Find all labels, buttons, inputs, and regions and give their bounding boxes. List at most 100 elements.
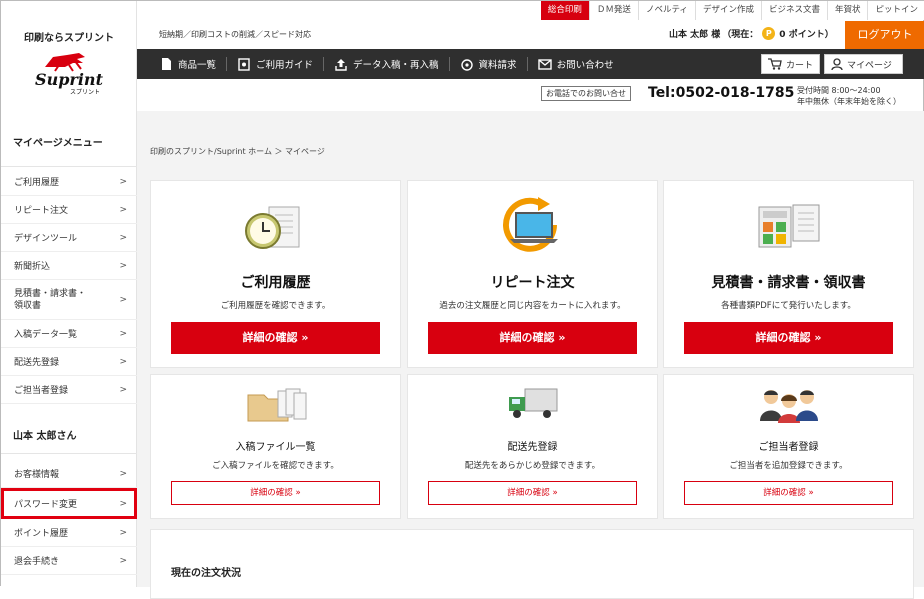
card-description: 配送先をあらかじめ登録できます。 bbox=[464, 461, 601, 471]
repeat-laptop-icon bbox=[502, 197, 558, 252]
sidebar-item-label: ご利用履歴 bbox=[14, 178, 60, 188]
suprint-logo[interactable]: Suprint スプリント bbox=[23, 49, 115, 97]
mypage-label: マイページ bbox=[847, 60, 892, 71]
calculator-document-icon bbox=[758, 204, 819, 248]
card-repeat-order: リピート注文 過去の注文履歴と同じ内容をカートに入れます。 詳細の確認 » bbox=[407, 180, 658, 368]
sidebar-item-label: 入稿データ一覧 bbox=[14, 330, 78, 340]
sidebar-item-label: 配送先登録 bbox=[14, 358, 60, 368]
cart-icon bbox=[768, 58, 782, 70]
nav-upload[interactable]: データ入稿・再入稿 bbox=[324, 57, 450, 71]
chevron-right-icon: > bbox=[119, 176, 127, 187]
business-hours: 受付時間 8:00～24:00 年中無休（年末年始を除く） bbox=[797, 85, 901, 107]
sidebar-item-uploaded-data[interactable]: 入稿データ一覧 > bbox=[1, 320, 137, 348]
card-uploaded-files: 入稿ファイル一覧 ご入稿ファイルを確認できます。 詳細の確認 » bbox=[150, 374, 401, 519]
chevron-right-icon: > bbox=[119, 468, 127, 479]
user-name: 山本 太郎 様 bbox=[669, 30, 721, 40]
catalog-icon bbox=[460, 59, 473, 71]
status-prefix: （現在： bbox=[722, 30, 759, 40]
nav-label: データ入稿・再入稿 bbox=[353, 60, 439, 71]
card-contact-person: ご担当者登録 ご担当者を追加登録できます。 詳細の確認 » bbox=[663, 374, 914, 519]
truck-icon bbox=[508, 388, 557, 418]
topnav-business-docs[interactable]: ビジネス文書 bbox=[760, 1, 827, 20]
card-description: ご入稿ファイルを確認できます。 bbox=[212, 461, 339, 471]
topnav-design[interactable]: デザイン作成 bbox=[694, 1, 761, 20]
card-title: ご担当者登録 bbox=[758, 442, 819, 453]
nav-label: 資料請求 bbox=[478, 60, 517, 71]
logout-button[interactable]: ログアウト bbox=[845, 21, 924, 49]
chevron-right-icon: > bbox=[119, 204, 127, 215]
points-coin-icon: P bbox=[762, 27, 776, 40]
detail-button[interactable]: 詳細の確認 » bbox=[171, 322, 380, 354]
cart-label: カート bbox=[786, 60, 814, 71]
detail-button[interactable]: 詳細の確認 » bbox=[428, 481, 637, 505]
detail-button[interactable]: 詳細の確認 » bbox=[684, 481, 893, 505]
sidebar-item-delivery-address[interactable]: 配送先登録 > bbox=[1, 348, 137, 376]
detail-button[interactable]: 詳細の確認 » bbox=[684, 322, 893, 354]
sidebar-item-label: 見積書・請求書・ 領収書 bbox=[14, 288, 87, 311]
document-icon bbox=[162, 58, 171, 70]
sidebar-item-withdraw[interactable]: 退会手続き > bbox=[1, 547, 137, 575]
nav-catalog[interactable]: 資料請求 bbox=[450, 57, 528, 71]
nav-guide[interactable]: ご利用ガイド bbox=[227, 57, 325, 71]
card-usage-history: ご利用履歴 ご利用履歴を確認できます。 詳細の確認 » bbox=[150, 180, 401, 368]
sidebar-item-password-change[interactable]: パスワード変更 > bbox=[1, 488, 137, 519]
card-title: ご利用履歴 bbox=[240, 275, 311, 291]
sidebar: 印刷ならスプリント Suprint スプリント マイページメニュー ご利用履歴 >… bbox=[1, 1, 137, 587]
card-description: 各種書類PDFにて発行いたします。 bbox=[721, 301, 856, 311]
chevron-right-icon: > bbox=[119, 356, 127, 367]
breadcrumb[interactable]: 印刷のスプリント/Suprint ホーム ＞ マイページ bbox=[150, 146, 325, 157]
card-title: 配送先登録 bbox=[507, 442, 558, 453]
order-status-panel bbox=[150, 529, 914, 599]
nav-contact[interactable]: お問い合わせ bbox=[528, 57, 624, 71]
sidebar-item-contact-person[interactable]: ご担当者登録 > bbox=[1, 376, 137, 404]
card-title: リピート注文 bbox=[490, 275, 575, 291]
topnav-general-printing[interactable]: 総合印刷 bbox=[540, 1, 589, 20]
sidebar-item-repeat-order[interactable]: リピート注文 > bbox=[1, 196, 137, 224]
detail-button[interactable]: 詳細の確認 » bbox=[171, 481, 380, 505]
sidebar-item-design-tool[interactable]: デザインツール > bbox=[1, 224, 137, 252]
card-description: ご担当者を追加登録できます。 bbox=[729, 461, 848, 471]
chevron-right-icon: > bbox=[119, 294, 127, 305]
card-description: ご利用履歴を確認できます。 bbox=[220, 301, 331, 311]
sidebar-item-customer-info[interactable]: お客様情報 > bbox=[1, 460, 137, 488]
user-status: 山本 太郎 様 （現在： P 0 ポイント） bbox=[669, 27, 834, 40]
nav-label: お問い合わせ bbox=[556, 60, 614, 71]
detail-button[interactable]: 詳細の確認 » bbox=[428, 322, 637, 354]
guide-icon bbox=[238, 58, 250, 71]
mypage-button[interactable]: マイページ bbox=[824, 54, 903, 74]
sidebar-item-documents[interactable]: 見積書・請求書・ 領収書 > bbox=[1, 280, 137, 320]
sidebar-item-newspaper-insert[interactable]: 新聞折込 > bbox=[1, 252, 137, 280]
hours-line: 年中無休（年末年始を除く） bbox=[797, 97, 901, 106]
nav-label: ご利用ガイド bbox=[256, 60, 314, 71]
chevron-right-icon: > bbox=[119, 260, 127, 271]
sidebar-item-label: お客様情報 bbox=[14, 470, 60, 480]
hours-line: 受付時間 8:00～24:00 bbox=[797, 86, 881, 95]
cart-button[interactable]: カート bbox=[761, 54, 820, 74]
mail-icon bbox=[537, 59, 552, 70]
folder-files-icon bbox=[247, 388, 306, 422]
card-description: 過去の注文履歴と同じ内容をカートに入れます。 bbox=[439, 301, 626, 311]
sidebar-item-usage-history[interactable]: ご利用履歴 > bbox=[1, 168, 137, 196]
svg-text:Suprint: Suprint bbox=[35, 70, 104, 89]
sidebar-item-label: リピート注文 bbox=[14, 206, 69, 216]
sidebar-item-label: ポイント履歴 bbox=[14, 529, 69, 539]
card-delivery-address: 配送先登録 配送先をあらかじめ登録できます。 詳細の確認 » bbox=[407, 374, 658, 519]
chevron-right-icon: > bbox=[119, 555, 127, 566]
phone-number[interactable]: Tel:0502-018-1785 bbox=[648, 85, 794, 101]
nav-products[interactable]: 商品一覧 bbox=[137, 57, 228, 71]
header-tagline: 短納期／印刷コストの削減／スピード対応 bbox=[159, 30, 311, 39]
chevron-right-icon: > bbox=[119, 498, 127, 509]
main-area: 総合印刷 ＤＭ発送 ノベルティ デザイン作成 ビジネス文書 年賀状 ピットイン … bbox=[137, 1, 924, 599]
topnav-pitin[interactable]: ピットイン bbox=[867, 1, 924, 20]
sidebar-item-label: 退会手続き bbox=[14, 557, 60, 567]
topnav-novelty[interactable]: ノベルティ bbox=[637, 1, 695, 20]
points-value: 0 ポイント） bbox=[779, 30, 834, 40]
order-status-title: 現在の注文状況 bbox=[171, 568, 241, 579]
sidebar-item-label: パスワード変更 bbox=[14, 500, 78, 510]
main-navbar: 商品一覧 ご利用ガイド データ入稿・再入稿 資料請求 お問い合わせ カート マイ… bbox=[137, 49, 924, 79]
topnav-dm[interactable]: ＤＭ発送 bbox=[588, 1, 638, 20]
topnav-new-year-card[interactable]: 年賀状 bbox=[826, 1, 868, 20]
brand-tagline: 印刷ならスプリント bbox=[24, 33, 114, 44]
people-icon bbox=[759, 390, 818, 423]
sidebar-item-point-history[interactable]: ポイント履歴 > bbox=[1, 519, 137, 547]
